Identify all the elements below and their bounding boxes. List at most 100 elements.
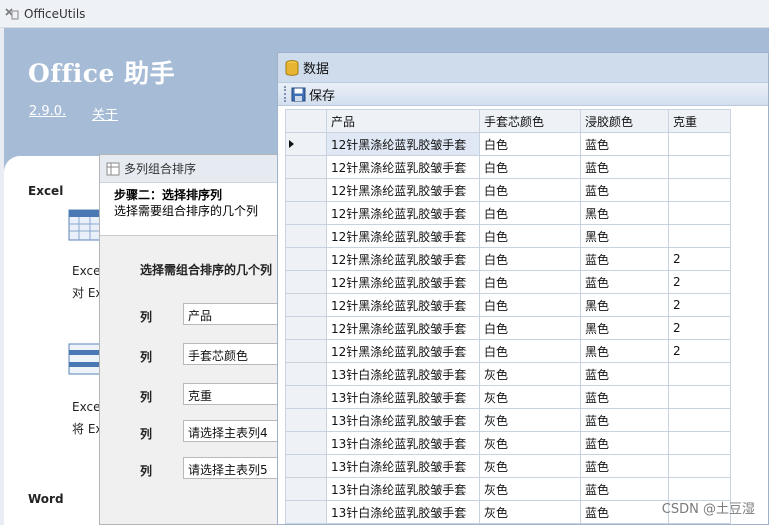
grid-cell[interactable]: 灰色 xyxy=(479,431,581,455)
grid-cell[interactable]: 白色 xyxy=(479,293,581,317)
grid-cell[interactable]: 蓝色 xyxy=(580,362,669,386)
grid-cell[interactable] xyxy=(668,178,731,202)
grid-cell[interactable]: 13针白涤纶蓝乳胶皱手套 xyxy=(326,362,480,386)
grid-cell[interactable] xyxy=(668,431,731,455)
grid-cell[interactable]: 13针白涤纶蓝乳胶皱手套 xyxy=(326,500,480,524)
grid-corner-cell[interactable] xyxy=(285,109,327,133)
grid-cell[interactable]: 白色 xyxy=(479,132,581,156)
row-header[interactable] xyxy=(285,362,327,386)
grid-cell[interactable]: 12针黑涤纶蓝乳胶皱手套 xyxy=(326,316,480,340)
grid-cell[interactable]: 蓝色 xyxy=(580,408,669,432)
grid-cell[interactable] xyxy=(668,224,731,248)
row-header[interactable] xyxy=(285,408,327,432)
table-row[interactable]: 12针黑涤纶蓝乳胶皱手套 白色 蓝色 2 xyxy=(285,247,731,271)
table-row[interactable]: 12针黑涤纶蓝乳胶皱手套 白色 黑色 xyxy=(285,224,731,248)
grid-cell[interactable]: 灰色 xyxy=(479,362,581,386)
grid-cell[interactable]: 12针黑涤纶蓝乳胶皱手套 xyxy=(326,178,480,202)
grid-cell[interactable]: 12针黑涤纶蓝乳胶皱手套 xyxy=(326,132,480,156)
grid-cell[interactable]: 白色 xyxy=(479,178,581,202)
table-row[interactable]: 12针黑涤纶蓝乳胶皱手套 白色 黑色 2 xyxy=(285,339,731,363)
column-select-4[interactable]: 请选择主表列4 xyxy=(183,420,283,442)
row-header[interactable] xyxy=(285,132,327,156)
grid-cell[interactable] xyxy=(668,132,731,156)
table-row[interactable]: 12针黑涤纶蓝乳胶皱手套 白色 黑色 2 xyxy=(285,293,731,317)
grid-cell[interactable]: 13针白涤纶蓝乳胶皱手套 xyxy=(326,431,480,455)
grid-cell[interactable]: 蓝色 xyxy=(580,477,669,501)
grid-cell[interactable]: 蓝色 xyxy=(580,500,669,524)
grid-cell[interactable]: 12针黑涤纶蓝乳胶皱手套 xyxy=(326,247,480,271)
grid-cell[interactable]: 白色 xyxy=(479,270,581,294)
grid-cell[interactable] xyxy=(668,362,731,386)
row-header[interactable] xyxy=(285,316,327,340)
table-row[interactable]: 13针白涤纶蓝乳胶皱手套 灰色 蓝色 xyxy=(285,385,731,409)
grid-cell[interactable]: 白色 xyxy=(479,339,581,363)
toolbar-grip[interactable] xyxy=(284,86,287,102)
spreadsheet-icon[interactable] xyxy=(68,208,102,242)
table-row[interactable]: 13针白涤纶蓝乳胶皱手套 灰色 蓝色 xyxy=(285,362,731,386)
data-grid[interactable]: 产品 手套芯颜色 浸胶颜色 克重 12针黑涤纶蓝乳胶皱手套 白色 蓝色 12针黑涤纶蓝… xyxy=(285,109,731,524)
grid-cell[interactable] xyxy=(668,155,731,179)
grid-cell[interactable] xyxy=(668,201,731,225)
grid-cell[interactable]: 蓝色 xyxy=(580,247,669,271)
table-merge-icon[interactable] xyxy=(68,342,102,376)
row-header[interactable] xyxy=(285,431,327,455)
row-header[interactable] xyxy=(285,385,327,409)
about-link[interactable]: 关于 xyxy=(92,104,118,123)
grid-cell[interactable]: 2 xyxy=(668,339,731,363)
grid-cell[interactable]: 灰色 xyxy=(479,408,581,432)
row-header[interactable] xyxy=(285,247,327,271)
grid-cell[interactable]: 12针黑涤纶蓝乳胶皱手套 xyxy=(326,270,480,294)
row-header[interactable] xyxy=(285,454,327,478)
table-row[interactable]: 12针黑涤纶蓝乳胶皱手套 白色 黑色 xyxy=(285,201,731,225)
grid-cell[interactable]: 12针黑涤纶蓝乳胶皱手套 xyxy=(326,201,480,225)
grid-cell[interactable]: 黑色 xyxy=(580,201,669,225)
row-header[interactable] xyxy=(285,270,327,294)
grid-cell[interactable]: 蓝色 xyxy=(580,385,669,409)
grid-cell[interactable]: 灰色 xyxy=(479,477,581,501)
tool1-title[interactable]: Exce xyxy=(72,264,100,278)
grid-cell[interactable]: 蓝色 xyxy=(580,454,669,478)
grid-cell[interactable]: 12针黑涤纶蓝乳胶皱手套 xyxy=(326,155,480,179)
grid-cell[interactable]: 白色 xyxy=(479,247,581,271)
row-header[interactable] xyxy=(285,201,327,225)
column-header[interactable]: 手套芯颜色 xyxy=(479,109,581,133)
grid-cell[interactable]: 13针白涤纶蓝乳胶皱手套 xyxy=(326,477,480,501)
table-row[interactable]: 13针白涤纶蓝乳胶皱手套 灰色 蓝色 xyxy=(285,408,731,432)
grid-cell[interactable]: 2 xyxy=(668,270,731,294)
grid-cell[interactable]: 13针白涤纶蓝乳胶皱手套 xyxy=(326,454,480,478)
grid-cell[interactable]: 12针黑涤纶蓝乳胶皱手套 xyxy=(326,339,480,363)
table-row[interactable]: 12针黑涤纶蓝乳胶皱手套 白色 蓝色 2 xyxy=(285,270,731,294)
table-row[interactable]: 12针黑涤纶蓝乳胶皱手套 白色 蓝色 xyxy=(285,178,731,202)
grid-cell[interactable] xyxy=(668,385,731,409)
grid-cell[interactable]: 2 xyxy=(668,247,731,271)
grid-cell[interactable]: 2 xyxy=(668,316,731,340)
table-row[interactable]: 12针黑涤纶蓝乳胶皱手套 白色 黑色 2 xyxy=(285,316,731,340)
row-header[interactable] xyxy=(285,178,327,202)
grid-cell[interactable]: 蓝色 xyxy=(580,132,669,156)
column-header[interactable]: 产品 xyxy=(326,109,480,133)
grid-cell[interactable]: 蓝色 xyxy=(580,431,669,455)
grid-cell[interactable]: 13针白涤纶蓝乳胶皱手套 xyxy=(326,385,480,409)
sort-dialog-titlebar[interactable]: 多列组合排序 xyxy=(100,155,283,183)
grid-cell[interactable]: 12针黑涤纶蓝乳胶皱手套 xyxy=(326,224,480,248)
grid-cell[interactable]: 蓝色 xyxy=(580,178,669,202)
column-header[interactable]: 浸胶颜色 xyxy=(580,109,669,133)
grid-cell[interactable]: 灰色 xyxy=(479,500,581,524)
grid-cell[interactable] xyxy=(668,454,731,478)
grid-cell[interactable] xyxy=(668,408,731,432)
table-row[interactable]: 12针黑涤纶蓝乳胶皱手套 白色 蓝色 xyxy=(285,155,731,179)
row-header[interactable] xyxy=(285,155,327,179)
grid-cell[interactable]: 白色 xyxy=(479,224,581,248)
grid-cell[interactable]: 黑色 xyxy=(580,293,669,317)
version-link[interactable]: 2.9.0. xyxy=(29,104,66,119)
grid-cell[interactable]: 白色 xyxy=(479,155,581,179)
grid-cell[interactable]: 灰色 xyxy=(479,454,581,478)
data-window-titlebar[interactable]: 数据 xyxy=(278,53,768,82)
table-row[interactable]: 13针白涤纶蓝乳胶皱手套 灰色 蓝色 xyxy=(285,454,731,478)
column-select-1[interactable]: 产品 xyxy=(183,303,283,325)
grid-cell[interactable]: 2 xyxy=(668,293,731,317)
table-row[interactable]: 12针黑涤纶蓝乳胶皱手套 白色 蓝色 xyxy=(285,132,731,156)
save-button[interactable]: 保存 xyxy=(291,85,335,104)
row-header[interactable] xyxy=(285,500,327,524)
grid-cell[interactable]: 13针白涤纶蓝乳胶皱手套 xyxy=(326,408,480,432)
